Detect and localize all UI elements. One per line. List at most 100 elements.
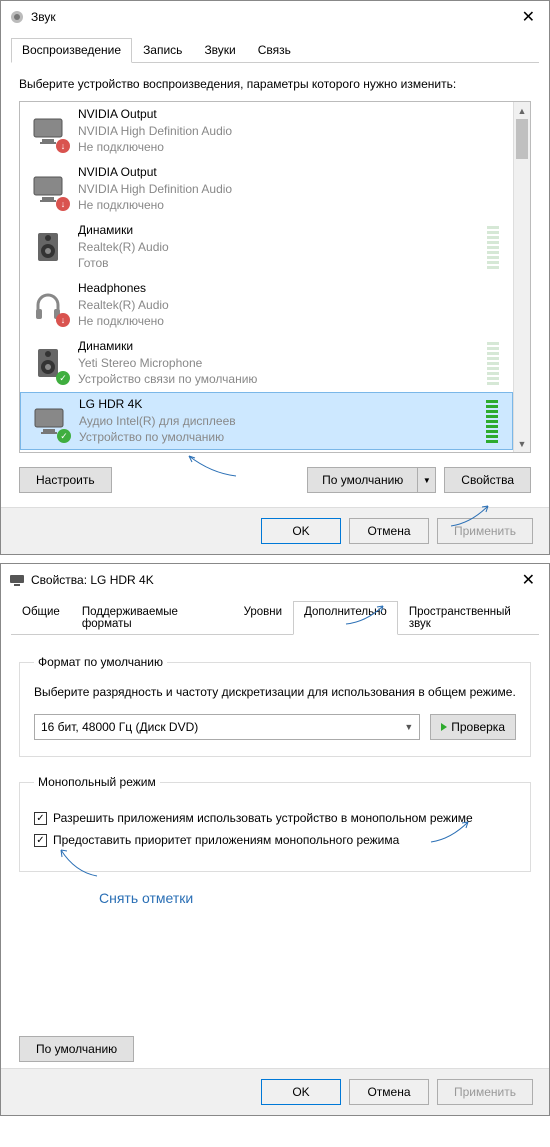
test-button[interactable]: Проверка [430,714,516,740]
format-description: Выберите разрядность и частоту дискретиз… [34,683,516,702]
configure-button[interactable]: Настроить [19,467,112,493]
device-driver: NVIDIA High Definition Audio [78,123,505,140]
properties-window: Свойства: LG HDR 4K ✕ Общие Поддерживаем… [0,563,550,1116]
instruction-text: Выберите устройство воспроизведения, пар… [19,77,531,91]
device-row[interactable]: NVIDIA OutputNVIDIA High Definition Audi… [20,160,513,218]
tab-row: Воспроизведение Запись Звуки Связь [11,37,539,63]
window-title: Свойства: LG HDR 4K [31,573,516,587]
tab-playback[interactable]: Воспроизведение [11,38,132,63]
sound-icon [9,9,25,25]
titlebar[interactable]: Свойства: LG HDR 4K ✕ [1,564,549,596]
device-driver: Realtek(R) Audio [78,297,505,314]
window-title: Звук [31,10,516,24]
tab-levels[interactable]: Уровни [233,601,293,635]
close-icon[interactable]: ✕ [516,570,541,590]
format-combobox[interactable]: 16 бит, 48000 Гц (Диск DVD) ▼ [34,714,420,740]
cancel-button[interactable]: Отмена [349,1079,429,1105]
apply-button: Применить [437,518,533,544]
status-badge-icon [56,313,70,327]
default-format-group: Формат по умолчанию Выберите разрядность… [19,655,531,757]
tab-advanced[interactable]: Дополнительно [293,601,398,635]
tab-communications[interactable]: Связь [247,38,302,63]
annotation-text: Снять отметки [99,890,531,906]
chevron-down-icon: ▼ [404,722,413,732]
close-icon[interactable]: ✕ [516,7,541,27]
device-text: NVIDIA OutputNVIDIA High Definition Audi… [78,106,505,156]
device-driver: Аудио Intel(R) для дисплеев [79,413,486,430]
device-status: Устройство связи по умолчанию [78,371,487,388]
ok-button[interactable]: OK [261,1079,341,1105]
apply-button: Применить [437,1079,533,1105]
device-status: Готов [78,255,487,272]
test-label: Проверка [451,720,505,734]
device-status: Устройство по умолчанию [79,429,486,446]
device-text: ДинамикиYeti Stereo MicrophoneУстройство… [78,338,487,388]
device-name: Динамики [78,222,487,239]
checkbox-allow-exclusive[interactable]: ✓ Разрешить приложениям использовать уст… [34,811,516,825]
group-legend: Монопольный режим [34,775,160,789]
level-meter [487,225,499,269]
device-row[interactable]: ДинамикиRealtek(R) AudioГотов [20,218,513,276]
device-listbox: NVIDIA OutputNVIDIA High Definition Audi… [19,101,531,453]
device-row[interactable]: HeadphonesRealtek(R) AudioНе подключено [20,276,513,334]
headphones-icon [28,285,68,325]
device-status: Не подключено [78,139,505,156]
tab-row: Общие Поддерживаемые форматы Уровни Допо… [11,600,539,635]
device-name: NVIDIA Output [78,106,505,123]
level-meter [486,399,498,443]
cancel-button[interactable]: Отмена [349,518,429,544]
status-badge-icon [56,197,70,211]
device-row[interactable]: LG HDR 4KАудио Intel(R) для дисплеевУстр… [20,392,513,450]
titlebar[interactable]: Звук ✕ [1,1,549,33]
scroll-thumb[interactable] [516,119,528,159]
set-default-label: По умолчанию [307,467,418,493]
status-badge-icon [56,371,70,385]
scroll-up-icon[interactable]: ▲ [514,102,530,119]
device-text: NVIDIA OutputNVIDIA High Definition Audi… [78,164,505,214]
group-legend: Формат по умолчанию [34,655,167,669]
properties-button[interactable]: Свойства [444,467,531,493]
checkbox-label: Предоставить приоритет приложениям моноп… [53,833,399,847]
monitor-icon [28,111,68,151]
device-row[interactable]: NVIDIA OutputNVIDIA High Definition Audi… [20,102,513,160]
tab-supported-formats[interactable]: Поддерживаемые форматы [71,601,233,635]
tab-spatial[interactable]: Пространственный звук [398,601,539,635]
checkbox-icon: ✓ [34,812,47,825]
device-text: ДинамикиRealtek(R) AudioГотов [78,222,487,272]
device-row[interactable]: ДинамикиYeti Stereo MicrophoneУстройство… [20,334,513,392]
chevron-down-icon[interactable]: ▼ [418,467,436,493]
status-badge-icon [56,139,70,153]
speaker-icon [28,343,68,383]
device-driver: Yeti Stereo Microphone [78,355,487,372]
scrollbar[interactable]: ▲ ▼ [513,102,530,452]
scroll-down-icon[interactable]: ▼ [514,435,530,452]
speaker-icon [28,227,68,267]
ok-button[interactable]: OK [261,518,341,544]
checkbox-priority-exclusive[interactable]: ✓ Предоставить приоритет приложениям мон… [34,833,516,847]
status-badge-icon [57,429,71,443]
monitor-icon [9,572,25,588]
device-name: NVIDIA Output [78,164,505,181]
format-value: 16 бит, 48000 Гц (Диск DVD) [41,720,404,734]
restore-defaults-button[interactable]: По умолчанию [19,1036,134,1062]
device-status: Не подключено [78,313,505,330]
device-name: LG HDR 4K [79,396,486,413]
device-name: Headphones [78,280,505,297]
device-name: Динамики [78,338,487,355]
device-status: Не подключено [78,197,505,214]
monitor-icon [28,169,68,209]
monitor-icon [29,401,69,441]
set-default-button[interactable]: По умолчанию ▼ [307,467,436,493]
device-driver: Realtek(R) Audio [78,239,487,256]
checkbox-label: Разрешить приложениям использовать устро… [53,811,473,825]
checkbox-icon: ✓ [34,834,47,847]
play-icon [441,723,447,731]
tab-recording[interactable]: Запись [132,38,193,63]
tab-general[interactable]: Общие [11,601,71,635]
tab-sounds[interactable]: Звуки [193,38,246,63]
device-text: LG HDR 4KАудио Intel(R) для дисплеевУстр… [79,396,486,446]
device-text: HeadphonesRealtek(R) AudioНе подключено [78,280,505,330]
device-driver: NVIDIA High Definition Audio [78,181,505,198]
sound-window: Звук ✕ Воспроизведение Запись Звуки Связ… [0,0,550,555]
exclusive-mode-group: Монопольный режим ✓ Разрешить приложения… [19,775,531,872]
